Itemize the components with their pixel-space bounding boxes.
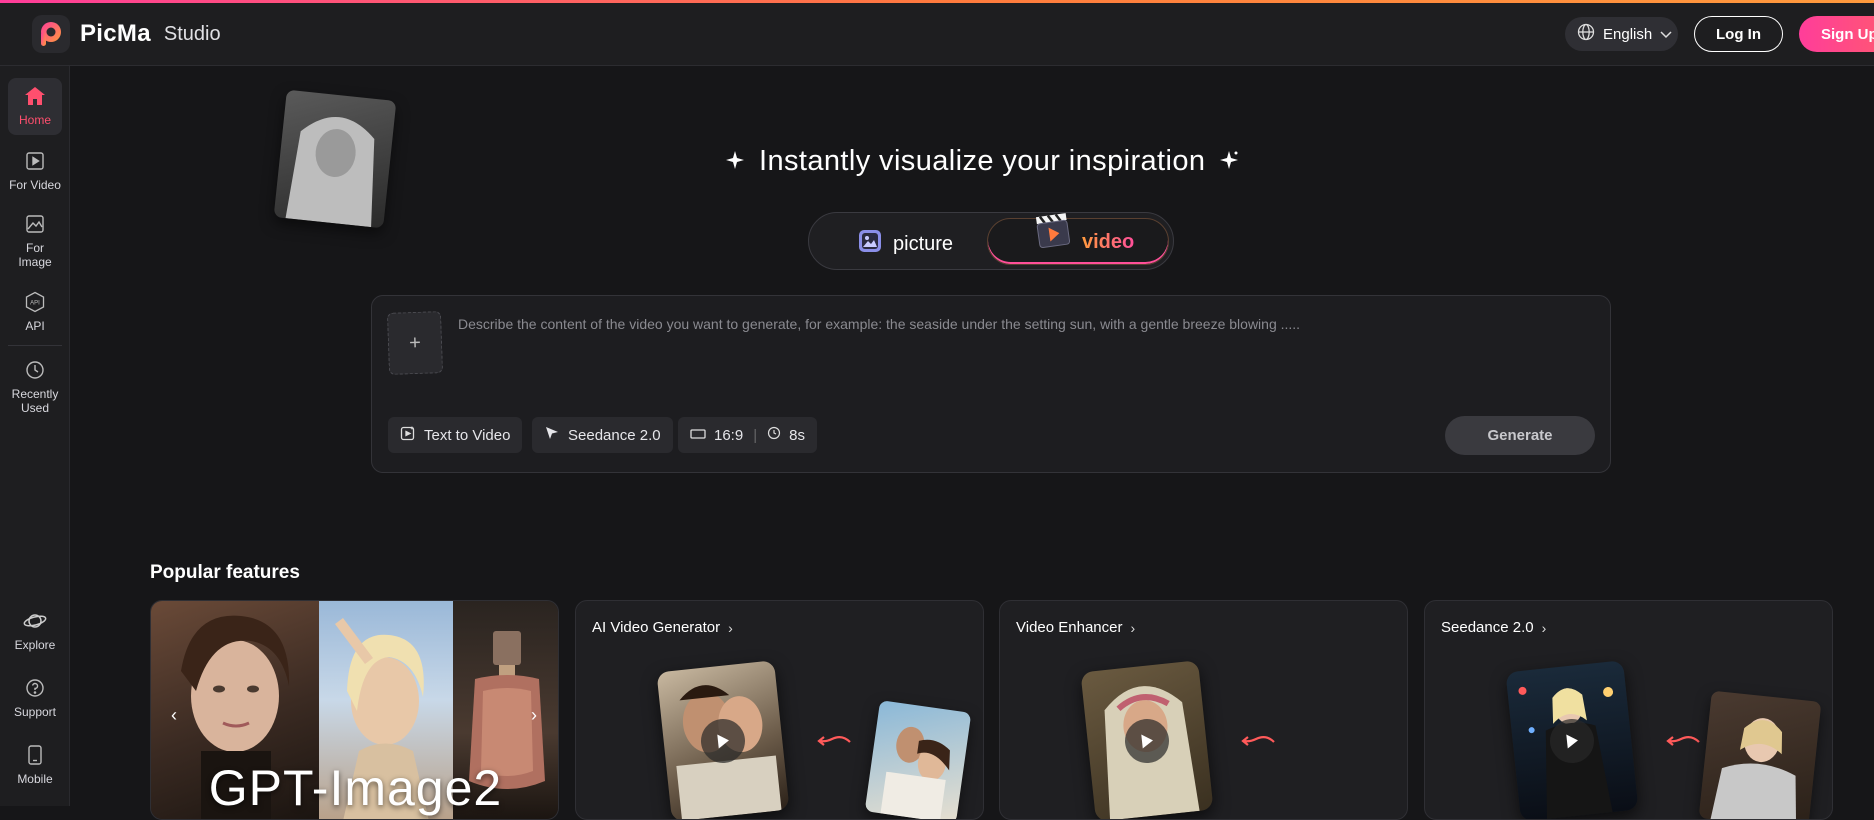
clock-icon [23,358,47,382]
sidebar-item-for-video[interactable]: For Video [8,149,62,192]
seedance-model-icon [544,425,560,445]
popular-features-title: Popular features [150,562,300,583]
play-square-icon [23,149,47,173]
api-hexagon-icon: API [23,290,47,314]
model-chip[interactable]: Seedance 2.0 [532,417,673,453]
picma-logo-icon [32,15,70,53]
mobile-icon [23,743,47,767]
help-circle-icon [23,676,47,700]
sidebar-item-api[interactable]: API API [8,290,62,333]
transform-arrow-icon [816,733,852,756]
left-sidebar: Home For Video For Image API API Recentl… [0,66,70,806]
ai-video-generator-card[interactable]: AI Video Generator › [575,600,984,820]
ratio-duration-chip[interactable]: 16:9 | 8s [678,417,817,453]
svg-text:API: API [30,301,40,307]
brand-name: PicMa [80,20,151,47]
couple-video-thumbnail [656,660,790,819]
card-title: Video Enhancer › [1016,619,1135,636]
chip-separator: | [753,426,758,444]
image-icon [23,212,47,236]
login-button[interactable]: Log In [1694,16,1783,52]
brand-sub: Studio [163,22,221,45]
aspect-ratio-icon [690,427,706,444]
couple-photo-thumbnail [864,700,972,819]
chevron-down-icon [1660,26,1672,43]
planet-icon [23,609,47,633]
sidebar-item-label: Support [13,705,57,719]
card-title-label: Video Enhancer [1016,619,1123,636]
sidebar-item-label: Mobile [17,772,53,786]
enhanced-portrait-video-thumbnail [1080,660,1214,819]
sidebar-item-label: For Video [9,178,61,192]
bw-portrait-thumbnail [273,89,397,229]
picture-icon [857,228,883,260]
carousel-prev-icon[interactable]: ‹ [171,705,177,726]
top-header: PicMa Studio English Log In Sign Up [0,3,1874,66]
prompt-panel: + Text to Video Seedance 2.0 16:9 | 8s G… [371,295,1611,473]
card-title-label: AI Video Generator [592,619,721,636]
sidebar-item-recently-used[interactable]: Recently Used [8,358,62,415]
chevron-right-icon: › [1130,619,1136,636]
hero-title-text: Instantly visualize your inspiration [759,145,1206,177]
chevron-right-icon: › [1541,619,1547,636]
woman-hoodie-thumbnail [1698,690,1822,819]
model-chip-label: Seedance 2.0 [568,426,661,444]
sidebar-divider [8,345,62,346]
sidebar-item-label: Explore [14,638,56,652]
transform-arrow-icon [1240,733,1276,756]
night-street-video-thumbnail [1505,660,1639,819]
card-title-label: Seedance 2.0 [1441,619,1534,636]
home-icon [23,84,47,108]
sparkle-icon [1219,145,1239,178]
sidebar-item-home[interactable]: Home [8,78,62,135]
chevron-right-icon: › [728,619,733,636]
banner-title: GPT-Image2 [208,760,503,816]
video-enhancer-card[interactable]: Video Enhancer › [999,600,1408,820]
hero-title: Instantly visualize your inspiration [725,145,1255,178]
mode-toggle: picture video [808,212,1174,270]
tab-picture-label: picture [893,232,954,255]
language-label: English [1603,25,1653,43]
carousel-next-icon[interactable]: › [531,705,537,726]
card-title: AI Video Generator › [592,619,733,636]
mode-chip[interactable]: Text to Video [388,417,523,453]
timer-icon [767,426,781,444]
upload-image-button[interactable]: + [386,311,444,375]
sidebar-item-label: Home [18,113,51,127]
card-title: Seedance 2.0 › [1441,619,1546,636]
signup-button[interactable]: Sign Up [1799,16,1874,52]
tab-video[interactable]: video [987,213,1169,265]
duration-label: 8s [789,426,805,444]
sparkle-icon [725,145,745,178]
sidebar-item-label: For Image [18,241,52,269]
generate-button[interactable]: Generate [1445,416,1595,455]
sidebar-item-explore[interactable]: Explore [8,609,62,652]
sidebar-item-for-image[interactable]: For Image [8,212,62,269]
clapperboard-video-icon [1034,211,1072,256]
seedance-card[interactable]: Seedance 2.0 › [1424,600,1833,820]
ratio-label: 16:9 [714,426,744,444]
prompt-textarea[interactable] [458,316,1588,376]
language-selector[interactable]: English [1565,17,1678,51]
sidebar-item-mobile[interactable]: Mobile [8,743,62,786]
tab-video-label: video [1082,231,1135,253]
sidebar-item-label: API [25,319,45,333]
sidebar-item-support[interactable]: Support [8,676,62,719]
tab-picture[interactable]: picture [857,228,953,260]
gpt-image2-banner-card[interactable]: ‹ › GPT-Image2 [150,600,559,820]
brand-logo[interactable]: PicMa Studio [32,15,221,53]
mode-chip-label: Text to Video [424,426,511,444]
text-to-video-icon [400,425,416,445]
sidebar-item-label: Recently Used [11,387,59,415]
globe-icon [1577,23,1595,45]
transform-arrow-icon [1665,733,1701,756]
